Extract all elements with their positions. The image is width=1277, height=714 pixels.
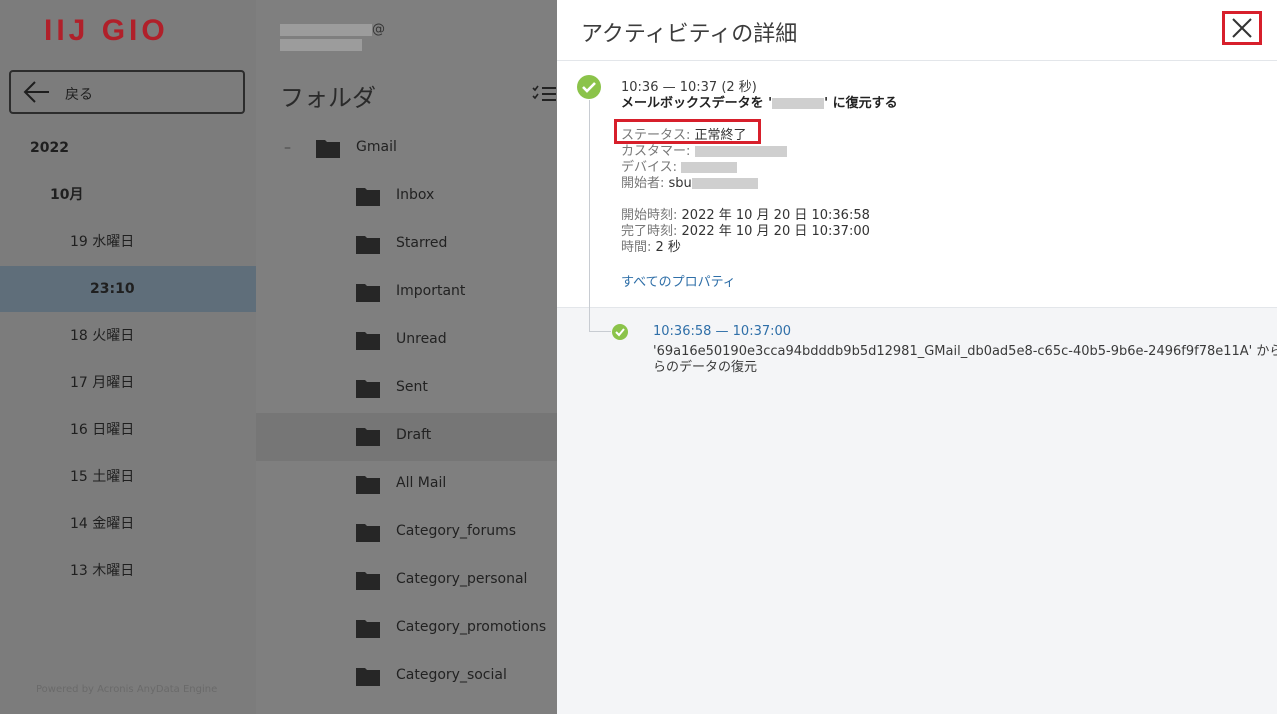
- sub-activity-time-range: 10:36:58 — 10:37:00: [653, 324, 792, 339]
- tree-year-2022[interactable]: 2022: [0, 125, 256, 171]
- sidebar: IIJ GIO 戻る 2022 10月 19 水曜日 23:10 18 火曜日 …: [0, 0, 256, 714]
- folder-icon: [356, 572, 380, 590]
- list-view-icon[interactable]: [532, 84, 556, 104]
- timeline-branch: [589, 331, 611, 332]
- folder-row-important[interactable]: Important: [256, 269, 557, 317]
- back-button[interactable]: 戻る: [9, 70, 245, 114]
- folder-row-gmail[interactable]: – Gmail: [256, 125, 557, 173]
- folder-row-starred[interactable]: Starred: [256, 221, 557, 269]
- tree-day-15[interactable]: 15 土曜日: [0, 454, 256, 500]
- tree-day-14[interactable]: 14 金曜日: [0, 501, 256, 547]
- arrow-left-icon: [23, 81, 49, 103]
- folder-pane: @ フォルダ – Gmail Inbox Starred Important U…: [256, 0, 557, 714]
- tree-day-17[interactable]: 17 月曜日: [0, 360, 256, 406]
- tree-month-october[interactable]: 10月: [0, 172, 256, 218]
- folder-row-all-mail[interactable]: All Mail: [256, 461, 557, 509]
- brand-logo: IIJ GIO: [44, 14, 169, 47]
- sub-activity-text-line2: らのデータの復元: [653, 360, 758, 375]
- status-highlight: ステータス: 正常終了: [614, 119, 761, 144]
- folder-icon: [356, 620, 380, 638]
- collapse-icon[interactable]: –: [284, 140, 291, 156]
- close-button[interactable]: [1222, 11, 1262, 45]
- folder-row-unread[interactable]: Unread: [256, 317, 557, 365]
- folder-row-draft[interactable]: Draft: [256, 413, 557, 461]
- back-label: 戻る: [65, 87, 93, 103]
- folder-icon: [356, 476, 380, 494]
- activity-duration: 時間: 2 秒: [621, 240, 681, 255]
- folder-icon: [356, 668, 380, 686]
- activity-started-by: 開始者: sbu: [621, 172, 758, 191]
- panel-title: アクティビティの詳細: [581, 22, 798, 47]
- success-check-icon: [577, 75, 601, 99]
- activity-summary: メールボックスデータを ' ' に復元する: [621, 96, 898, 111]
- timeline-line: [589, 100, 590, 332]
- folder-icon: [356, 380, 380, 398]
- tree-day-13[interactable]: 13 木曜日: [0, 548, 256, 594]
- tree-day-19[interactable]: 19 水曜日: [0, 219, 256, 265]
- folder-row-category-promotions[interactable]: Category_promotions: [256, 605, 557, 653]
- folder-row-category-personal[interactable]: Category_personal: [256, 557, 557, 605]
- tree-day-18[interactable]: 18 火曜日: [0, 313, 256, 359]
- folder-row-category-forums[interactable]: Category_forums: [256, 509, 557, 557]
- folder-row-sent[interactable]: Sent: [256, 365, 557, 413]
- tree-time-2310[interactable]: 23:10: [0, 266, 256, 312]
- status-value: 正常終了: [694, 128, 747, 143]
- folder-row-category-social[interactable]: Category_social: [256, 653, 557, 701]
- folder-icon: [316, 140, 340, 158]
- folder-icon: [356, 284, 380, 302]
- sub-success-check-icon: [612, 324, 628, 340]
- folder-icon: [356, 332, 380, 350]
- folder-icon: [356, 524, 380, 542]
- folders-title: フォルダ: [280, 84, 376, 112]
- folder-row-inbox[interactable]: Inbox: [256, 173, 557, 221]
- folder-icon: [356, 188, 380, 206]
- panel-header: アクティビティの詳細: [557, 0, 1277, 61]
- activity-details-panel: アクティビティの詳細 10:36 — 10:37 (2 秒) メールボックスデー…: [557, 0, 1277, 714]
- folder-icon: [356, 428, 380, 446]
- powered-by-text: Powered by Acronis AnyData Engine: [36, 684, 218, 695]
- close-icon: [1232, 18, 1252, 38]
- account-email: @: [280, 22, 466, 51]
- folder-icon: [356, 236, 380, 254]
- all-properties-link[interactable]: すべてのプロパティ: [621, 271, 736, 290]
- tree-day-16[interactable]: 16 日曜日: [0, 407, 256, 453]
